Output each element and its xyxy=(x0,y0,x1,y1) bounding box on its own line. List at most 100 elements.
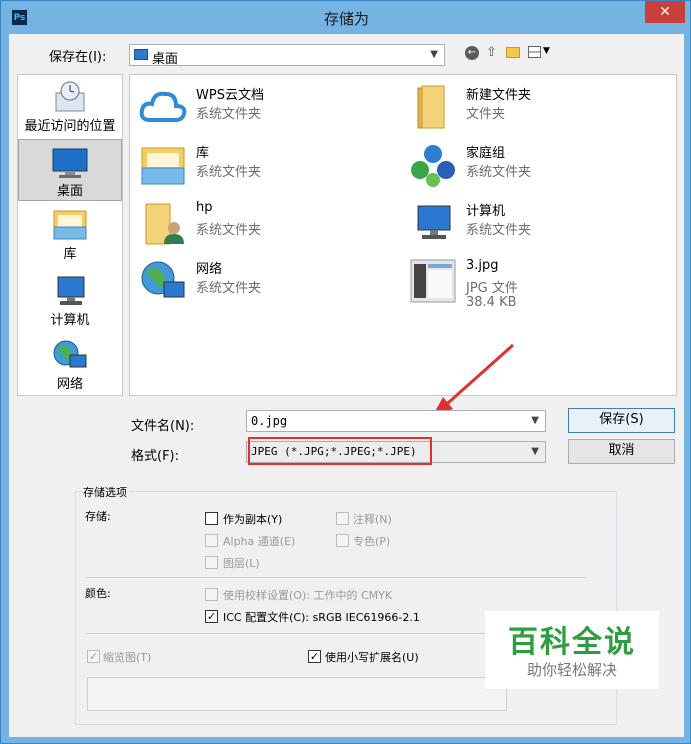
as-copy-label: 作为副本(Y) xyxy=(223,513,283,526)
file-item-hp[interactable]: hp 系统文件夹 xyxy=(132,195,392,251)
watermark: 百科全说 助你轻松解决 xyxy=(485,611,659,689)
red-annotation-arrow xyxy=(433,343,514,415)
place-label: 最近访问的位置 xyxy=(24,119,116,134)
file-list: WPS云文档 系统文件夹 新建文件夹 文件夹 库 系统文件夹 家庭组 系统文件夹… xyxy=(129,74,677,396)
file-item-homegroup[interactable]: 家庭组 系统文件夹 xyxy=(402,137,662,193)
thumbnail-checkbox[interactable]: ✓ xyxy=(87,650,100,663)
folder-icon xyxy=(417,85,445,129)
place-network[interactable]: 网络 xyxy=(18,337,122,395)
notes-checkbox[interactable] xyxy=(336,512,349,525)
alpha-checkbox[interactable] xyxy=(205,534,218,547)
file-size: 38.4 KB xyxy=(466,295,517,310)
chevron-down-icon: ▼ xyxy=(430,49,438,60)
file-name: 库 xyxy=(196,146,210,161)
network-icon xyxy=(53,340,87,368)
place-label: 计算机 xyxy=(50,313,90,328)
file-name: 新建文件夹 xyxy=(466,88,532,103)
file-name: WPS云文档 xyxy=(196,88,264,103)
cloud-icon xyxy=(139,91,187,122)
file-type: 系统文件夹 xyxy=(196,165,262,180)
file-type: 系统文件夹 xyxy=(466,165,532,180)
as-copy-checkbox[interactable] xyxy=(205,512,218,525)
computer-icon xyxy=(57,276,85,305)
filename-label: 文件名(N): xyxy=(131,419,195,434)
proof-setup-checkbox[interactable] xyxy=(205,588,218,601)
filename-input[interactable]: 0.jpg ▼ xyxy=(246,410,546,432)
recent-places-icon xyxy=(55,81,85,112)
computer-icon xyxy=(417,205,451,239)
file-name: 3.jpg xyxy=(466,258,499,273)
layers-checkbox[interactable] xyxy=(205,556,218,569)
save-in-value: 桌面 xyxy=(152,52,179,67)
file-type: 系统文件夹 xyxy=(196,107,262,122)
place-label: 库 xyxy=(63,247,77,262)
view-menu-icon[interactable] xyxy=(528,46,541,58)
spot-checkbox[interactable] xyxy=(336,534,349,547)
format-label: 格式(F): xyxy=(131,449,180,464)
file-type: 系统文件夹 xyxy=(466,223,532,238)
save-button[interactable]: 保存(S) xyxy=(568,408,675,433)
save-in-label: 保存在(I): xyxy=(49,50,107,65)
file-type: 文件夹 xyxy=(466,107,506,122)
place-recent[interactable]: 最近访问的位置 xyxy=(18,79,122,137)
file-item-3jpg[interactable]: 3.jpg JPG 文件 38.4 KB xyxy=(402,253,662,325)
homegroup-icon xyxy=(411,145,455,187)
lowercase-extension-label: 使用小写扩展名(U) xyxy=(325,651,419,664)
place-label: 桌面 xyxy=(56,184,83,199)
watermark-title: 百科全说 xyxy=(508,625,636,660)
cancel-button[interactable]: 取消 xyxy=(568,439,675,464)
proof-setup-label: 使用校样设置(O): 工作中的 CMYK xyxy=(223,589,393,602)
file-item-library[interactable]: 库 系统文件夹 xyxy=(132,137,392,193)
color-section-label: 颜色: xyxy=(85,587,111,600)
library-icon xyxy=(53,210,87,240)
place-desktop[interactable]: 桌面 xyxy=(18,139,122,201)
lowercase-extension-checkbox[interactable]: ✓ xyxy=(308,650,321,663)
thumbnail-label: 缩览图(T) xyxy=(103,651,152,664)
chevron-down-icon[interactable]: ▼ xyxy=(531,446,539,457)
place-label: 网络 xyxy=(56,377,83,392)
view-chevron-icon[interactable]: ▼ xyxy=(543,46,550,56)
file-name: 计算机 xyxy=(466,204,506,219)
chevron-down-icon[interactable]: ▼ xyxy=(531,415,539,426)
warning-area xyxy=(87,677,507,711)
watermark-subtitle: 助你轻松解决 xyxy=(526,661,617,679)
title-bar[interactable]: Ps 存储为 ✕ xyxy=(1,1,691,34)
file-type: JPG 文件 xyxy=(466,281,518,296)
file-type: 系统文件夹 xyxy=(196,223,262,238)
place-computer[interactable]: 计算机 xyxy=(18,273,122,331)
file-type: 系统文件夹 xyxy=(196,281,262,296)
spot-label: 专色(P) xyxy=(353,535,391,548)
library-icon xyxy=(141,147,185,185)
format-highlight-box xyxy=(248,437,432,465)
file-name: 家庭组 xyxy=(466,146,506,161)
save-as-dialog: Ps 存储为 ✕ 保存在(I): 桌面 ▼ ← ⇧ ▼ 最近访问的位置 桌面 库… xyxy=(0,0,691,744)
place-library[interactable]: 库 xyxy=(18,207,122,265)
notes-label: 注释(N) xyxy=(353,513,392,526)
file-name: 网络 xyxy=(196,262,223,277)
icc-profile-checkbox[interactable]: ✓ xyxy=(205,610,218,623)
file-item-new-folder[interactable]: 新建文件夹 文件夹 xyxy=(402,79,662,135)
window-title: 存储为 xyxy=(323,10,369,28)
filename-value: 0.jpg xyxy=(251,414,288,428)
alpha-label: Alpha 通道(E) xyxy=(223,535,296,548)
up-folder-icon[interactable]: ⇧ xyxy=(486,45,500,61)
file-item-network[interactable]: 网络 系统文件夹 xyxy=(132,253,392,309)
file-item-wps-cloud[interactable]: WPS云文档 系统文件夹 xyxy=(132,79,392,135)
desktop-icon xyxy=(134,49,148,60)
icc-profile-label: ICC 配置文件(C): sRGB IEC61966-2.1 xyxy=(223,611,420,624)
user-folder-icon xyxy=(145,203,184,245)
back-icon[interactable]: ← xyxy=(465,46,479,60)
file-item-computer[interactable]: 计算机 系统文件夹 xyxy=(402,195,662,251)
image-thumbnail-icon xyxy=(410,259,456,303)
file-name: hp xyxy=(196,200,213,215)
network-icon xyxy=(141,261,185,298)
save-options-title: 存储选项 xyxy=(81,484,129,500)
save-section-label: 存储: xyxy=(85,510,111,523)
close-button[interactable]: ✕ xyxy=(645,1,685,23)
new-folder-icon[interactable] xyxy=(506,47,520,58)
save-in-dropdown[interactable]: 桌面 ▼ xyxy=(129,44,445,67)
places-bar: 最近访问的位置 桌面 库 计算机 网络 xyxy=(17,74,123,396)
divider xyxy=(85,577,587,578)
desktop-icon xyxy=(52,148,88,178)
layers-label: 图层(L) xyxy=(223,557,260,570)
